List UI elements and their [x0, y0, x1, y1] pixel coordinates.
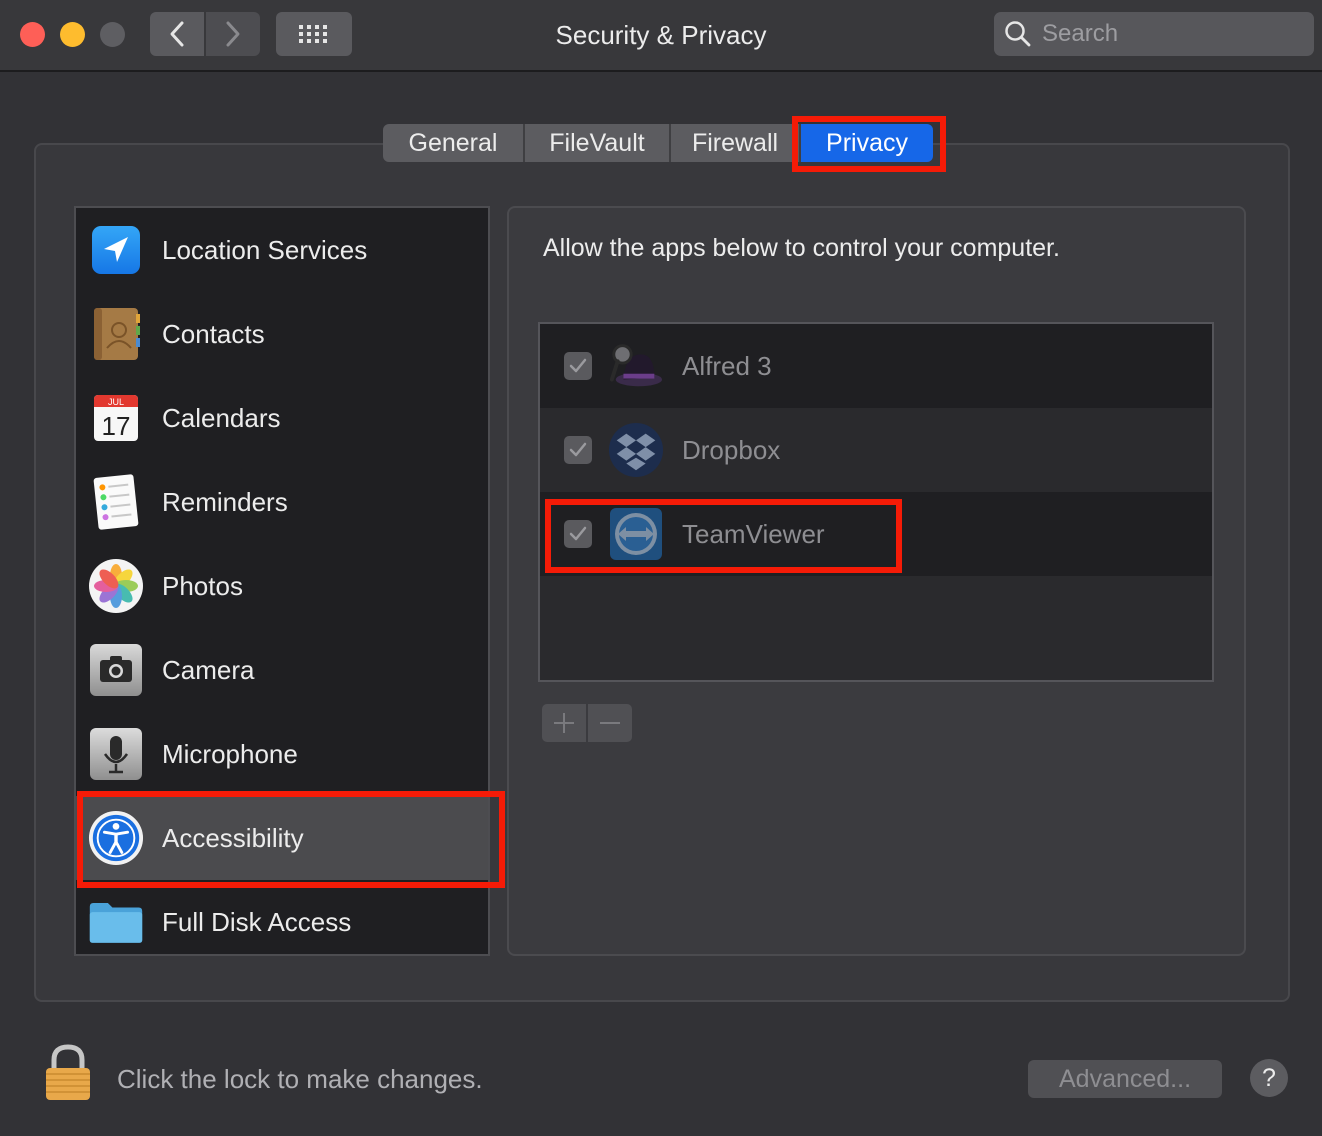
sidebar-item-label: Photos — [162, 570, 243, 601]
sidebar-item-camera[interactable]: Camera — [76, 628, 488, 712]
lock-button[interactable] — [42, 1044, 94, 1102]
teamviewer-checkbox[interactable] — [564, 520, 592, 548]
sidebar-item-label: Location Services — [162, 234, 368, 265]
zoom-window-button[interactable] — [100, 22, 125, 47]
lock-status-text: Click the lock to make changes. — [117, 1064, 483, 1094]
dropbox-icon — [608, 422, 664, 478]
folder-icon — [88, 894, 144, 950]
alfred-hat-icon — [608, 338, 664, 394]
sidebar-item-label: Contacts — [162, 318, 265, 349]
list-item-alfred[interactable]: Alfred 3 — [540, 324, 1212, 408]
reminders-icon — [88, 474, 144, 530]
grid-icon — [299, 25, 327, 43]
help-button[interactable]: ? — [1250, 1059, 1288, 1097]
sidebar-item-label: Reminders — [162, 486, 288, 517]
chevron-right-icon — [226, 21, 240, 47]
add-app-button[interactable] — [542, 704, 586, 742]
plus-icon — [554, 713, 574, 733]
checkmark-icon — [569, 442, 587, 457]
advanced-button[interactable]: Advanced... — [1028, 1060, 1222, 1098]
sidebar-item-location-services[interactable]: Location Services — [76, 208, 488, 292]
microphone-icon — [88, 726, 144, 782]
sidebar-item-reminders[interactable]: Reminders — [76, 460, 488, 544]
app-label: TeamViewer — [682, 518, 825, 549]
list-item-empty — [540, 576, 1212, 660]
sidebar-item-label: Accessibility — [162, 822, 304, 853]
show-all-button[interactable] — [276, 12, 352, 56]
search-box[interactable] — [994, 12, 1314, 56]
list-item-dropbox[interactable]: Dropbox — [540, 408, 1212, 492]
tab-firewall[interactable]: Firewall — [671, 124, 801, 162]
sidebar-item-microphone[interactable]: Microphone — [76, 712, 488, 796]
sidebar-item-accessibility[interactable]: Accessibility — [76, 796, 488, 880]
search-input[interactable] — [1042, 20, 1302, 48]
sidebar-item-photos[interactable]: Photos — [76, 544, 488, 628]
sidebar-item-calendars[interactable]: JUL 17 Calendars — [76, 376, 488, 460]
minimize-window-button[interactable] — [60, 22, 85, 47]
privacy-heading: Allow the apps below to control your com… — [543, 234, 1060, 262]
svg-text:17: 17 — [102, 411, 131, 441]
forward-button[interactable] — [206, 12, 260, 56]
app-label: Alfred 3 — [682, 350, 772, 381]
navigation-buttons — [150, 12, 260, 56]
photos-flower-icon — [88, 558, 144, 614]
sidebar-item-full-disk-access[interactable]: Full Disk Access — [76, 880, 488, 954]
sidebar-item-label: Microphone — [162, 738, 298, 769]
search-icon — [1005, 21, 1031, 47]
app-label: Dropbox — [682, 434, 781, 465]
dropbox-checkbox[interactable] — [564, 436, 592, 464]
tab-privacy[interactable]: Privacy — [801, 124, 933, 162]
tab-filevault[interactable]: FileVault — [525, 124, 671, 162]
minus-icon — [600, 722, 620, 724]
camera-icon — [88, 642, 144, 698]
location-arrow-icon — [88, 222, 144, 278]
sidebar-item-contacts[interactable]: Contacts — [76, 292, 488, 376]
privacy-category-list: Location Services Contacts JUL 17 Calend… — [74, 206, 490, 956]
checkmark-icon — [569, 358, 587, 373]
sidebar-item-label: Full Disk Access — [162, 906, 352, 937]
checkmark-icon — [569, 526, 587, 541]
title-bar: Security & Privacy — [0, 0, 1322, 72]
sidebar-item-label: Camera — [162, 654, 255, 685]
add-remove-buttons — [542, 704, 632, 742]
chevron-left-icon — [170, 21, 184, 47]
alfred-checkbox[interactable] — [564, 352, 592, 380]
calendar-icon: JUL 17 — [88, 390, 144, 446]
tab-general[interactable]: General — [383, 124, 525, 162]
contacts-book-icon — [88, 306, 144, 362]
accessibility-icon — [88, 810, 144, 866]
svg-text:JUL: JUL — [108, 397, 124, 407]
sidebar-item-label: Calendars — [162, 402, 281, 433]
window-title: Security & Privacy — [555, 20, 767, 50]
app-list: Alfred 3 Dropbox TeamViewer — [538, 322, 1214, 682]
remove-app-button[interactable] — [588, 704, 632, 742]
tab-bar: General FileVault Firewall Privacy — [383, 124, 933, 162]
back-button[interactable] — [150, 12, 204, 56]
lock-icon — [46, 1044, 90, 1100]
list-item-teamviewer[interactable]: TeamViewer — [540, 492, 1212, 576]
teamviewer-icon — [608, 506, 664, 562]
close-window-button[interactable] — [20, 22, 45, 47]
